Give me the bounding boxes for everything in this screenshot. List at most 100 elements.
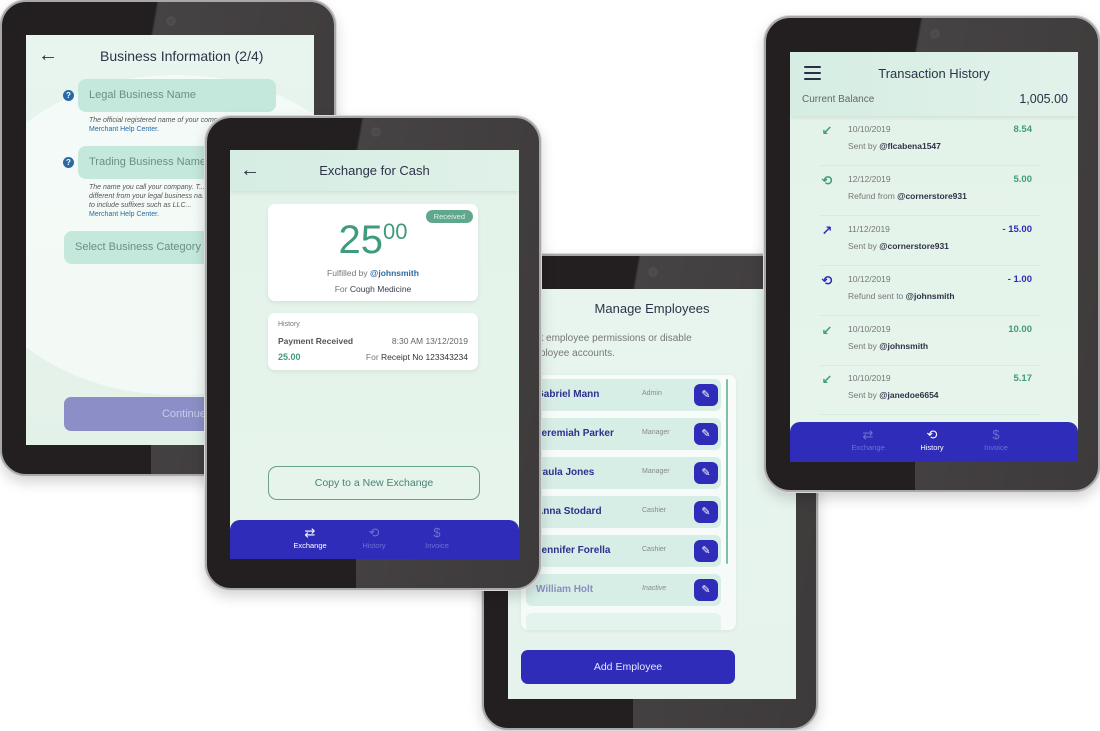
history-card: History Payment Received 8:30 AM 13/12/2… — [268, 313, 478, 370]
nav-exchange[interactable]: ⇄ Exchange — [838, 427, 898, 453]
transaction-handle: @cornerstore931 — [897, 191, 967, 201]
nav-exchange[interactable]: ⇄ Exchange — [280, 525, 340, 551]
employee-role: Manager — [642, 429, 670, 436]
employee-row[interactable]: Gabriel Mann Admin ✎ — [526, 379, 721, 411]
transaction-handle: @flcabena1547 — [879, 141, 941, 151]
header: Transaction History Current Balance 1,00… — [790, 52, 1078, 116]
help-icon[interactable]: ? — [63, 90, 74, 101]
transaction-amount: 8.54 — [1013, 124, 1033, 135]
employee-row[interactable]: William Holt Inactive ✎ — [526, 574, 721, 606]
camera — [932, 31, 938, 37]
nav-label: Exchange — [851, 443, 885, 452]
camera — [373, 129, 379, 135]
manage-employees-screen: Manage Employees Edit employee permissio… — [508, 289, 796, 699]
arrow-down-left-icon: ↙ — [821, 323, 833, 338]
help-icon[interactable]: ? — [63, 157, 74, 168]
transaction-description: Sent by @flcabena1547 — [848, 141, 941, 151]
arrow-up-right-icon: ↗ — [821, 223, 833, 238]
employee-row[interactable]: Paula Jones Manager ✎ — [526, 457, 721, 489]
transaction-row[interactable]: ⟲ 10/12/2019 Refund sent to @johnsmith -… — [820, 266, 1040, 316]
amount: 2500 — [268, 218, 478, 262]
history-receipt: For Receipt No 123343234 — [366, 352, 468, 362]
transaction-amount: 5.17 — [1013, 373, 1033, 384]
transaction-amount: - 1.00 — [1007, 274, 1032, 285]
amount-card: Received 2500 Fulfilled by @johnsmith Fo… — [268, 204, 478, 301]
edit-icon[interactable]: ✎ — [694, 462, 718, 484]
edit-icon[interactable]: ✎ — [694, 540, 718, 562]
transaction-handle: @johnsmith — [905, 291, 955, 301]
edit-icon[interactable]: ✎ — [694, 501, 718, 523]
employee-name: Paula Jones — [536, 467, 595, 478]
transaction-list: ↙ 10/10/2019 Sent by @flcabena1547 8.54 … — [790, 116, 1078, 422]
transaction-prefix: Refund from — [848, 191, 895, 201]
nav-label: Exchange — [293, 541, 327, 550]
fulfilled-handle[interactable]: @johnsmith — [370, 268, 419, 278]
transaction-description: Sent by @johnsmith — [848, 341, 928, 351]
transaction-row[interactable]: ↙ 10/10/2019 Sent by @janedoe6654 5.17 — [820, 365, 1040, 415]
back-arrow-icon[interactable]: ← — [38, 45, 58, 65]
employee-name: Jeremiah Parker — [536, 428, 614, 439]
transaction-prefix: Sent by — [848, 341, 877, 351]
fulfilled-label: Fulfilled by — [327, 268, 368, 278]
balance-label: Current Balance — [802, 94, 875, 105]
nav-history[interactable]: ⟲ History — [344, 525, 404, 551]
transaction-row[interactable]: ↙ 10/10/2019 Sent by @johnsmith 10.00 — [820, 316, 1040, 366]
exchange-icon: ⇄ — [304, 525, 316, 540]
transaction-row[interactable]: ⟲ 12/12/2019 Refund from @cornerstore931… — [820, 166, 1040, 216]
history-datetime: 8:30 AM 13/12/2019 — [391, 336, 468, 346]
transaction-date: 10/10/2019 — [848, 373, 891, 383]
transaction-date: 12/12/2019 — [848, 174, 891, 184]
exchange-screen: ← Exchange for Cash Received 2500 Fulfil… — [230, 150, 519, 559]
transaction-handle: @johnsmith — [879, 341, 929, 351]
employee-name: Gabriel Mann — [536, 389, 600, 400]
nav-invoice[interactable]: $ Invoice — [407, 525, 467, 551]
transaction-handle: @cornerstore931 — [879, 241, 949, 251]
employee-row-partial — [526, 613, 721, 630]
page-title: Transaction History — [878, 66, 990, 81]
arrow-down-left-icon: ↙ — [821, 123, 833, 138]
nav-invoice[interactable]: $ Invoice — [966, 427, 1026, 453]
transaction-date: 10/10/2019 — [848, 124, 891, 134]
transaction-description: Sent by @cornerstore931 — [848, 241, 949, 251]
invoice-icon: $ — [992, 427, 1000, 442]
scrollbar[interactable] — [726, 379, 728, 564]
tablet-transaction-history: Transaction History Current Balance 1,00… — [764, 16, 1100, 492]
copy-to-new-exchange-button[interactable]: Copy to a New Exchange — [268, 466, 480, 500]
header: ← Exchange for Cash — [230, 150, 519, 191]
fulfilled-by: Fulfilled by @johnsmith — [268, 268, 478, 278]
employee-row[interactable]: Jennifer Forella Cashier ✎ — [526, 535, 721, 567]
transaction-description: Refund sent to @johnsmith — [848, 291, 955, 301]
transaction-prefix: Sent by — [848, 390, 877, 400]
refund-icon: ⟲ — [821, 273, 833, 288]
exchange-icon: ⇄ — [862, 427, 874, 442]
bottom-nav: ⇄ Exchange ⟲ History $ Invoice — [790, 422, 1078, 462]
history-label: History — [278, 321, 300, 328]
employee-role: Cashier — [642, 546, 667, 553]
amount-cents: 00 — [383, 219, 408, 244]
history-icon: ⟲ — [368, 525, 380, 540]
transaction-amount: - 15.00 — [1002, 224, 1032, 235]
history-title: Payment Received — [278, 336, 354, 346]
employee-name: Jennifer Forella — [536, 545, 611, 556]
for-item-name: Cough Medicine — [349, 284, 412, 294]
add-employee-button[interactable]: Add Employee — [521, 650, 735, 684]
transaction-prefix: Sent by — [848, 241, 877, 251]
transaction-row[interactable]: ↙ 10/10/2019 Sent by @flcabena1547 8.54 — [820, 116, 1040, 166]
employee-list: Gabriel Mann Admin ✎ Jeremiah Parker Man… — [521, 375, 736, 630]
transaction-date: 10/10/2019 — [848, 324, 891, 334]
transaction-row[interactable]: ↗ 11/12/2019 Sent by @cornerstore931 - 1… — [820, 216, 1040, 266]
edit-icon[interactable]: ✎ — [694, 384, 718, 406]
nav-history[interactable]: ⟲ History — [902, 427, 962, 453]
legal-business-name-field[interactable]: Legal Business Name — [78, 79, 276, 112]
employee-role: Manager — [642, 468, 670, 475]
receipt-label: For — [365, 352, 379, 362]
employee-row[interactable]: Jeremiah Parker Manager ✎ — [526, 418, 721, 450]
transaction-date: 11/12/2019 — [848, 224, 890, 234]
edit-icon[interactable]: ✎ — [694, 579, 718, 601]
page-title: Manage Employees — [594, 301, 710, 316]
receipt-number: Receipt No 123343234 — [381, 352, 468, 362]
edit-icon[interactable]: ✎ — [694, 423, 718, 445]
employee-row[interactable]: Anna Stodard Cashier ✎ — [526, 496, 721, 528]
page-title: Exchange for Cash — [319, 163, 430, 178]
transaction-description: Refund from @cornerstore931 — [848, 191, 967, 201]
